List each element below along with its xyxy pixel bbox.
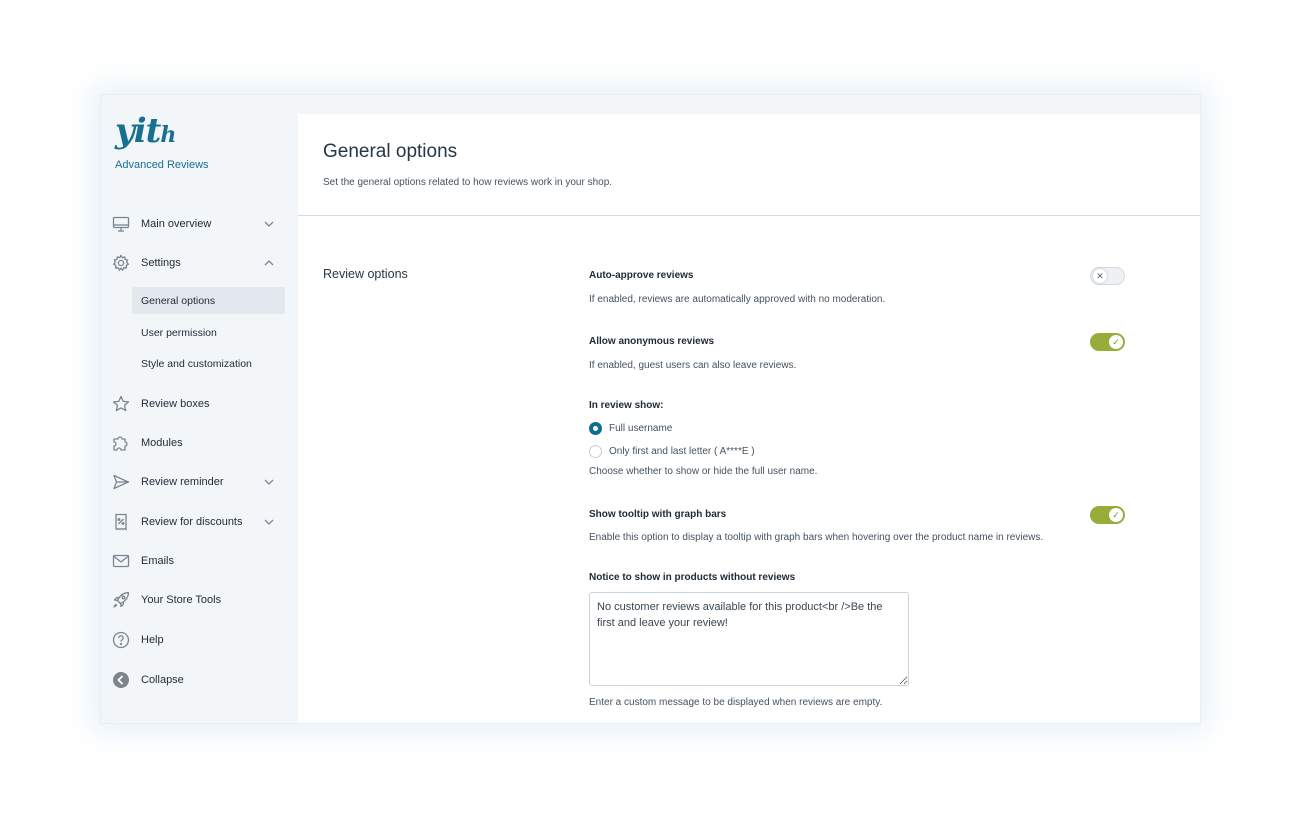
radio-label: Only first and last letter ( A****E ) [609,445,755,457]
sidebar-item-modules[interactable]: Modules [101,428,297,458]
sidebar-subitem-label: Style and customization [141,357,252,370]
sidebar-item-settings[interactable]: Settings [101,248,297,278]
notice-textarea[interactable]: No customer reviews available for this p… [589,592,909,686]
star-icon [112,395,130,412]
chevron-down-icon[interactable] [262,475,276,489]
check-icon: ✓ [1109,335,1123,349]
sidebar-subitem-user-permission[interactable]: User permission [132,319,285,346]
review-show-label: In review show: [589,400,664,411]
check-icon: ✓ [1109,508,1123,522]
sidebar-item-label: Help [141,634,164,646]
sidebar-item-label: Settings [141,257,181,269]
tooltip-graph-description: Enable this option to display a tooltip … [589,532,1044,543]
gear-icon [112,254,130,272]
sidebar-item-label: Review reminder [141,476,224,488]
sidebar: yith Advanced Reviews Main overview Sett… [101,95,297,723]
chevron-down-icon[interactable] [262,217,276,231]
anonymous-reviews-label: Allow anonymous reviews [589,336,715,347]
puzzle-icon [113,436,128,451]
sidebar-item-label: Emails [141,555,175,567]
app-window: yith Advanced Reviews Main overview Sett… [100,94,1201,724]
rocket-icon [113,591,130,608]
chevron-up-icon[interactable] [262,256,276,270]
help-icon [112,631,130,649]
plugin-name: Advanced Reviews [115,159,209,171]
review-show-description: Choose whether to show or hide the full … [589,466,818,477]
radio-button[interactable] [589,444,602,458]
sidebar-item-your-store-tools[interactable]: Your Store Tools [101,585,297,615]
radio-first-last-letter[interactable]: Only first and last letter ( A****E ) [589,443,755,459]
sidebar-subitem-label: General options [141,294,216,307]
coupon-icon [115,513,127,531]
sidebar-item-review-reminder[interactable]: Review reminder [101,467,297,497]
tooltip-graph-toggle[interactable]: ✓ [1090,506,1125,524]
monitor-icon [112,216,130,232]
sidebar-item-label: Modules [141,437,183,449]
tooltip-graph-label: Show tooltip with graph bars [589,509,727,520]
send-icon [113,474,130,490]
envelope-icon [112,554,130,568]
sidebar-item-review-boxes[interactable]: Review boxes [101,389,297,419]
sidebar-subitem-general-options[interactable]: General options [132,287,285,314]
sidebar-collapse-button[interactable]: Collapse [101,665,297,695]
sidebar-item-label: Your Store Tools [141,594,222,606]
sidebar-subitem-style-customization[interactable]: Style and customization [132,350,285,377]
sidebar-item-help[interactable]: Help [101,625,297,655]
auto-approve-description: If enabled, reviews are automatically ap… [589,294,886,305]
sidebar-item-label: Review boxes [141,398,210,410]
yith-logo: yith [115,111,176,151]
notice-label: Notice to show in products without revie… [589,572,796,583]
sidebar-subitem-label: User permission [141,326,217,339]
collapse-icon [113,672,129,688]
main-panel: General options Set the general options … [298,114,1200,723]
radio-full-username[interactable]: Full username [589,420,672,436]
anonymous-reviews-description: If enabled, guest users can also leave r… [589,360,797,371]
sidebar-item-emails[interactable]: Emails [101,546,297,576]
sidebar-item-label: Review for discounts [141,516,243,528]
header-divider [298,215,1200,216]
radio-button[interactable] [589,421,602,435]
sidebar-item-label: Collapse [141,674,184,686]
page-title: General options [323,141,458,162]
section-title: Review options [323,267,408,281]
notice-description: Enter a custom message to be displayed w… [589,697,883,708]
sidebar-item-review-for-discounts[interactable]: Review for discounts [101,507,297,537]
anonymous-reviews-toggle[interactable]: ✓ [1090,333,1125,351]
sidebar-item-main-overview[interactable]: Main overview [101,209,297,239]
auto-approve-label: Auto-approve reviews [589,270,694,281]
close-icon: ✕ [1093,269,1107,283]
chevron-down-icon[interactable] [262,515,276,529]
radio-label: Full username [609,422,673,434]
page-description: Set the general options related to how r… [323,177,613,188]
sidebar-item-label: Main overview [141,218,212,230]
auto-approve-toggle[interactable]: ✕ [1090,267,1125,285]
